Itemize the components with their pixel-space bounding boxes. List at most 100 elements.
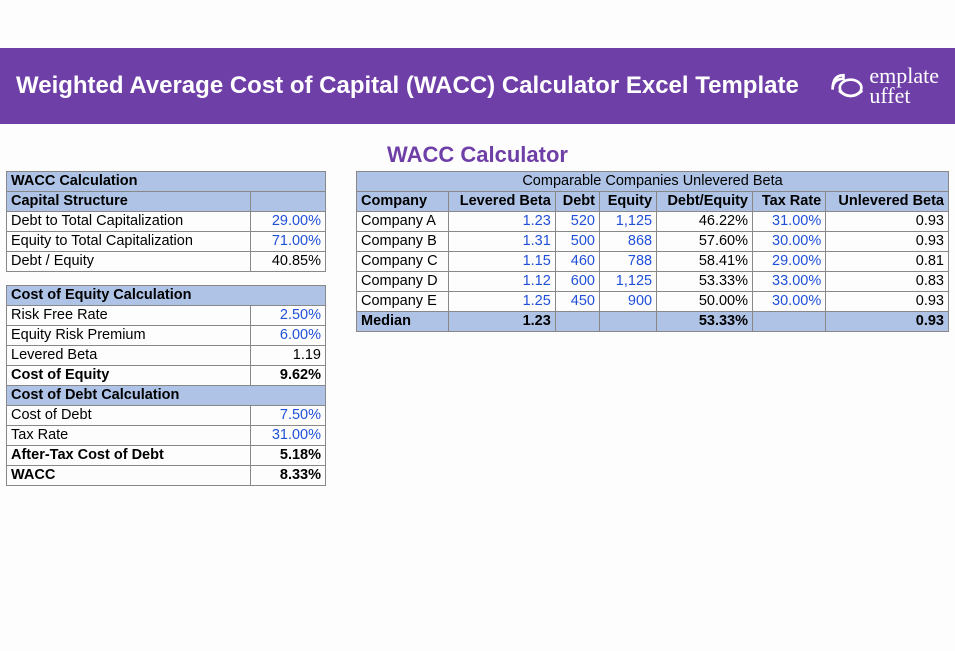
equity[interactable]: 788 (599, 251, 656, 271)
tax-rate[interactable]: 31.00% (753, 211, 826, 231)
wacc-calculation-block: WACC Calculation Capital Structure Debt … (6, 171, 326, 486)
unlevered-beta[interactable]: 0.93 (826, 231, 949, 251)
equity-value[interactable]: 1.19 (251, 345, 326, 365)
wacc-calc-header[interactable]: WACC Calculation (7, 171, 326, 191)
levered-beta[interactable]: 1.23 (448, 211, 555, 231)
debt-equity[interactable]: 57.60% (657, 231, 753, 251)
median-de[interactable]: 53.33% (657, 311, 753, 331)
wacc-table: WACC Calculation Capital Structure Debt … (6, 171, 326, 486)
company-name[interactable]: Company D (357, 271, 449, 291)
debt-equity[interactable]: 58.41% (657, 251, 753, 271)
comp-col-header[interactable]: Debt/Equity (657, 191, 753, 211)
company-row: Company B 1.31 500 868 57.60% 30.00% 0.9… (357, 231, 949, 251)
equity-row: Equity Risk Premium 6.00% (7, 325, 326, 345)
debt-label[interactable]: WACC (7, 465, 251, 485)
page-title: Weighted Average Cost of Capital (WACC) … (16, 72, 799, 100)
debt[interactable]: 450 (555, 291, 599, 311)
equity-row: Levered Beta 1.19 (7, 345, 326, 365)
equity-label[interactable]: Cost of Equity (7, 365, 251, 385)
equity-row: Cost of Equity 9.62% (7, 365, 326, 385)
median-label[interactable]: Median (357, 311, 449, 331)
unlevered-beta[interactable]: 0.81 (826, 251, 949, 271)
comparable-companies-block: Comparable Companies Unlevered Beta Comp… (356, 171, 949, 486)
tax-rate[interactable]: 29.00% (753, 251, 826, 271)
equity-value[interactable]: 2.50% (251, 305, 326, 325)
capital-label[interactable]: Debt to Total Capitalization (7, 211, 251, 231)
capital-label[interactable]: Debt / Equity (7, 251, 251, 271)
debt[interactable]: 500 (555, 231, 599, 251)
debt[interactable]: 460 (555, 251, 599, 271)
debt-row: Tax Rate 31.00% (7, 425, 326, 445)
comp-col-header[interactable]: Equity (599, 191, 656, 211)
comp-col-header[interactable]: Company (357, 191, 449, 211)
median-ub[interactable]: 0.93 (826, 311, 949, 331)
debt[interactable]: 520 (555, 211, 599, 231)
unlevered-beta[interactable]: 0.83 (826, 271, 949, 291)
equity[interactable]: 868 (599, 231, 656, 251)
company-row: Company D 1.12 600 1,125 53.33% 33.00% 0… (357, 271, 949, 291)
unlevered-beta[interactable]: 0.93 (826, 211, 949, 231)
debt-value[interactable]: 7.50% (251, 405, 326, 425)
debt-row: Cost of Debt 7.50% (7, 405, 326, 425)
debt-row: After-Tax Cost of Debt 5.18% (7, 445, 326, 465)
cost-equity-header[interactable]: Cost of Equity Calculation (7, 285, 326, 305)
levered-beta[interactable]: 1.15 (448, 251, 555, 271)
debt-label[interactable]: Tax Rate (7, 425, 251, 445)
debt-row: WACC 8.33% (7, 465, 326, 485)
comparable-banner[interactable]: Comparable Companies Unlevered Beta (357, 171, 949, 191)
capital-value[interactable]: 71.00% (251, 231, 326, 251)
comp-col-header[interactable]: Levered Beta (448, 191, 555, 211)
debt[interactable]: 600 (555, 271, 599, 291)
capital-value[interactable]: 29.00% (251, 211, 326, 231)
capital-row: Debt / Equity 40.85% (7, 251, 326, 271)
comp-col-header[interactable]: Unlevered Beta (826, 191, 949, 211)
tax-rate[interactable]: 30.00% (753, 231, 826, 251)
company-name[interactable]: Company B (357, 231, 449, 251)
equity[interactable]: 1,125 (599, 271, 656, 291)
median-lb[interactable]: 1.23 (448, 311, 555, 331)
equity-value[interactable]: 9.62% (251, 365, 326, 385)
debt-equity[interactable]: 46.22% (657, 211, 753, 231)
buffet-logo-icon (829, 68, 865, 104)
equity-row: Risk Free Rate 2.50% (7, 305, 326, 325)
levered-beta[interactable]: 1.31 (448, 231, 555, 251)
capital-row: Equity to Total Capitalization 71.00% (7, 231, 326, 251)
company-row: Company C 1.15 460 788 58.41% 29.00% 0.8… (357, 251, 949, 271)
cost-debt-header[interactable]: Cost of Debt Calculation (7, 385, 326, 405)
debt-label[interactable]: After-Tax Cost of Debt (7, 445, 251, 465)
equity-label[interactable]: Equity Risk Premium (7, 325, 251, 345)
capital-row: Debt to Total Capitalization 29.00% (7, 211, 326, 231)
sheet-title: WACC Calculator (0, 142, 955, 168)
debt-value[interactable]: 5.18% (251, 445, 326, 465)
company-row: Company A 1.23 520 1,125 46.22% 31.00% 0… (357, 211, 949, 231)
debt-label[interactable]: Cost of Debt (7, 405, 251, 425)
comparable-table: Comparable Companies Unlevered Beta Comp… (356, 171, 949, 332)
company-name[interactable]: Company A (357, 211, 449, 231)
debt-equity[interactable]: 53.33% (657, 271, 753, 291)
debt-value[interactable]: 8.33% (251, 465, 326, 485)
brand-text: emplate uffet (869, 66, 939, 106)
capital-structure-header[interactable]: Capital Structure (7, 191, 251, 211)
title-banner: Weighted Average Cost of Capital (WACC) … (0, 48, 955, 124)
capital-value[interactable]: 40.85% (251, 251, 326, 271)
levered-beta[interactable]: 1.25 (448, 291, 555, 311)
tax-rate[interactable]: 30.00% (753, 291, 826, 311)
unlevered-beta[interactable]: 0.93 (826, 291, 949, 311)
equity[interactable]: 900 (599, 291, 656, 311)
spreadsheet-area: WACC Calculation Capital Structure Debt … (0, 171, 955, 486)
equity-value[interactable]: 6.00% (251, 325, 326, 345)
equity-label[interactable]: Levered Beta (7, 345, 251, 365)
debt-value[interactable]: 31.00% (251, 425, 326, 445)
debt-equity[interactable]: 50.00% (657, 291, 753, 311)
company-name[interactable]: Company C (357, 251, 449, 271)
equity-label[interactable]: Risk Free Rate (7, 305, 251, 325)
capital-label[interactable]: Equity to Total Capitalization (7, 231, 251, 251)
tax-rate[interactable]: 33.00% (753, 271, 826, 291)
company-name[interactable]: Company E (357, 291, 449, 311)
brand-logo: emplate uffet (829, 66, 939, 106)
equity[interactable]: 1,125 (599, 211, 656, 231)
brand-text-bottom: uffet (869, 83, 910, 108)
comp-col-header[interactable]: Tax Rate (753, 191, 826, 211)
levered-beta[interactable]: 1.12 (448, 271, 555, 291)
comp-col-header[interactable]: Debt (555, 191, 599, 211)
